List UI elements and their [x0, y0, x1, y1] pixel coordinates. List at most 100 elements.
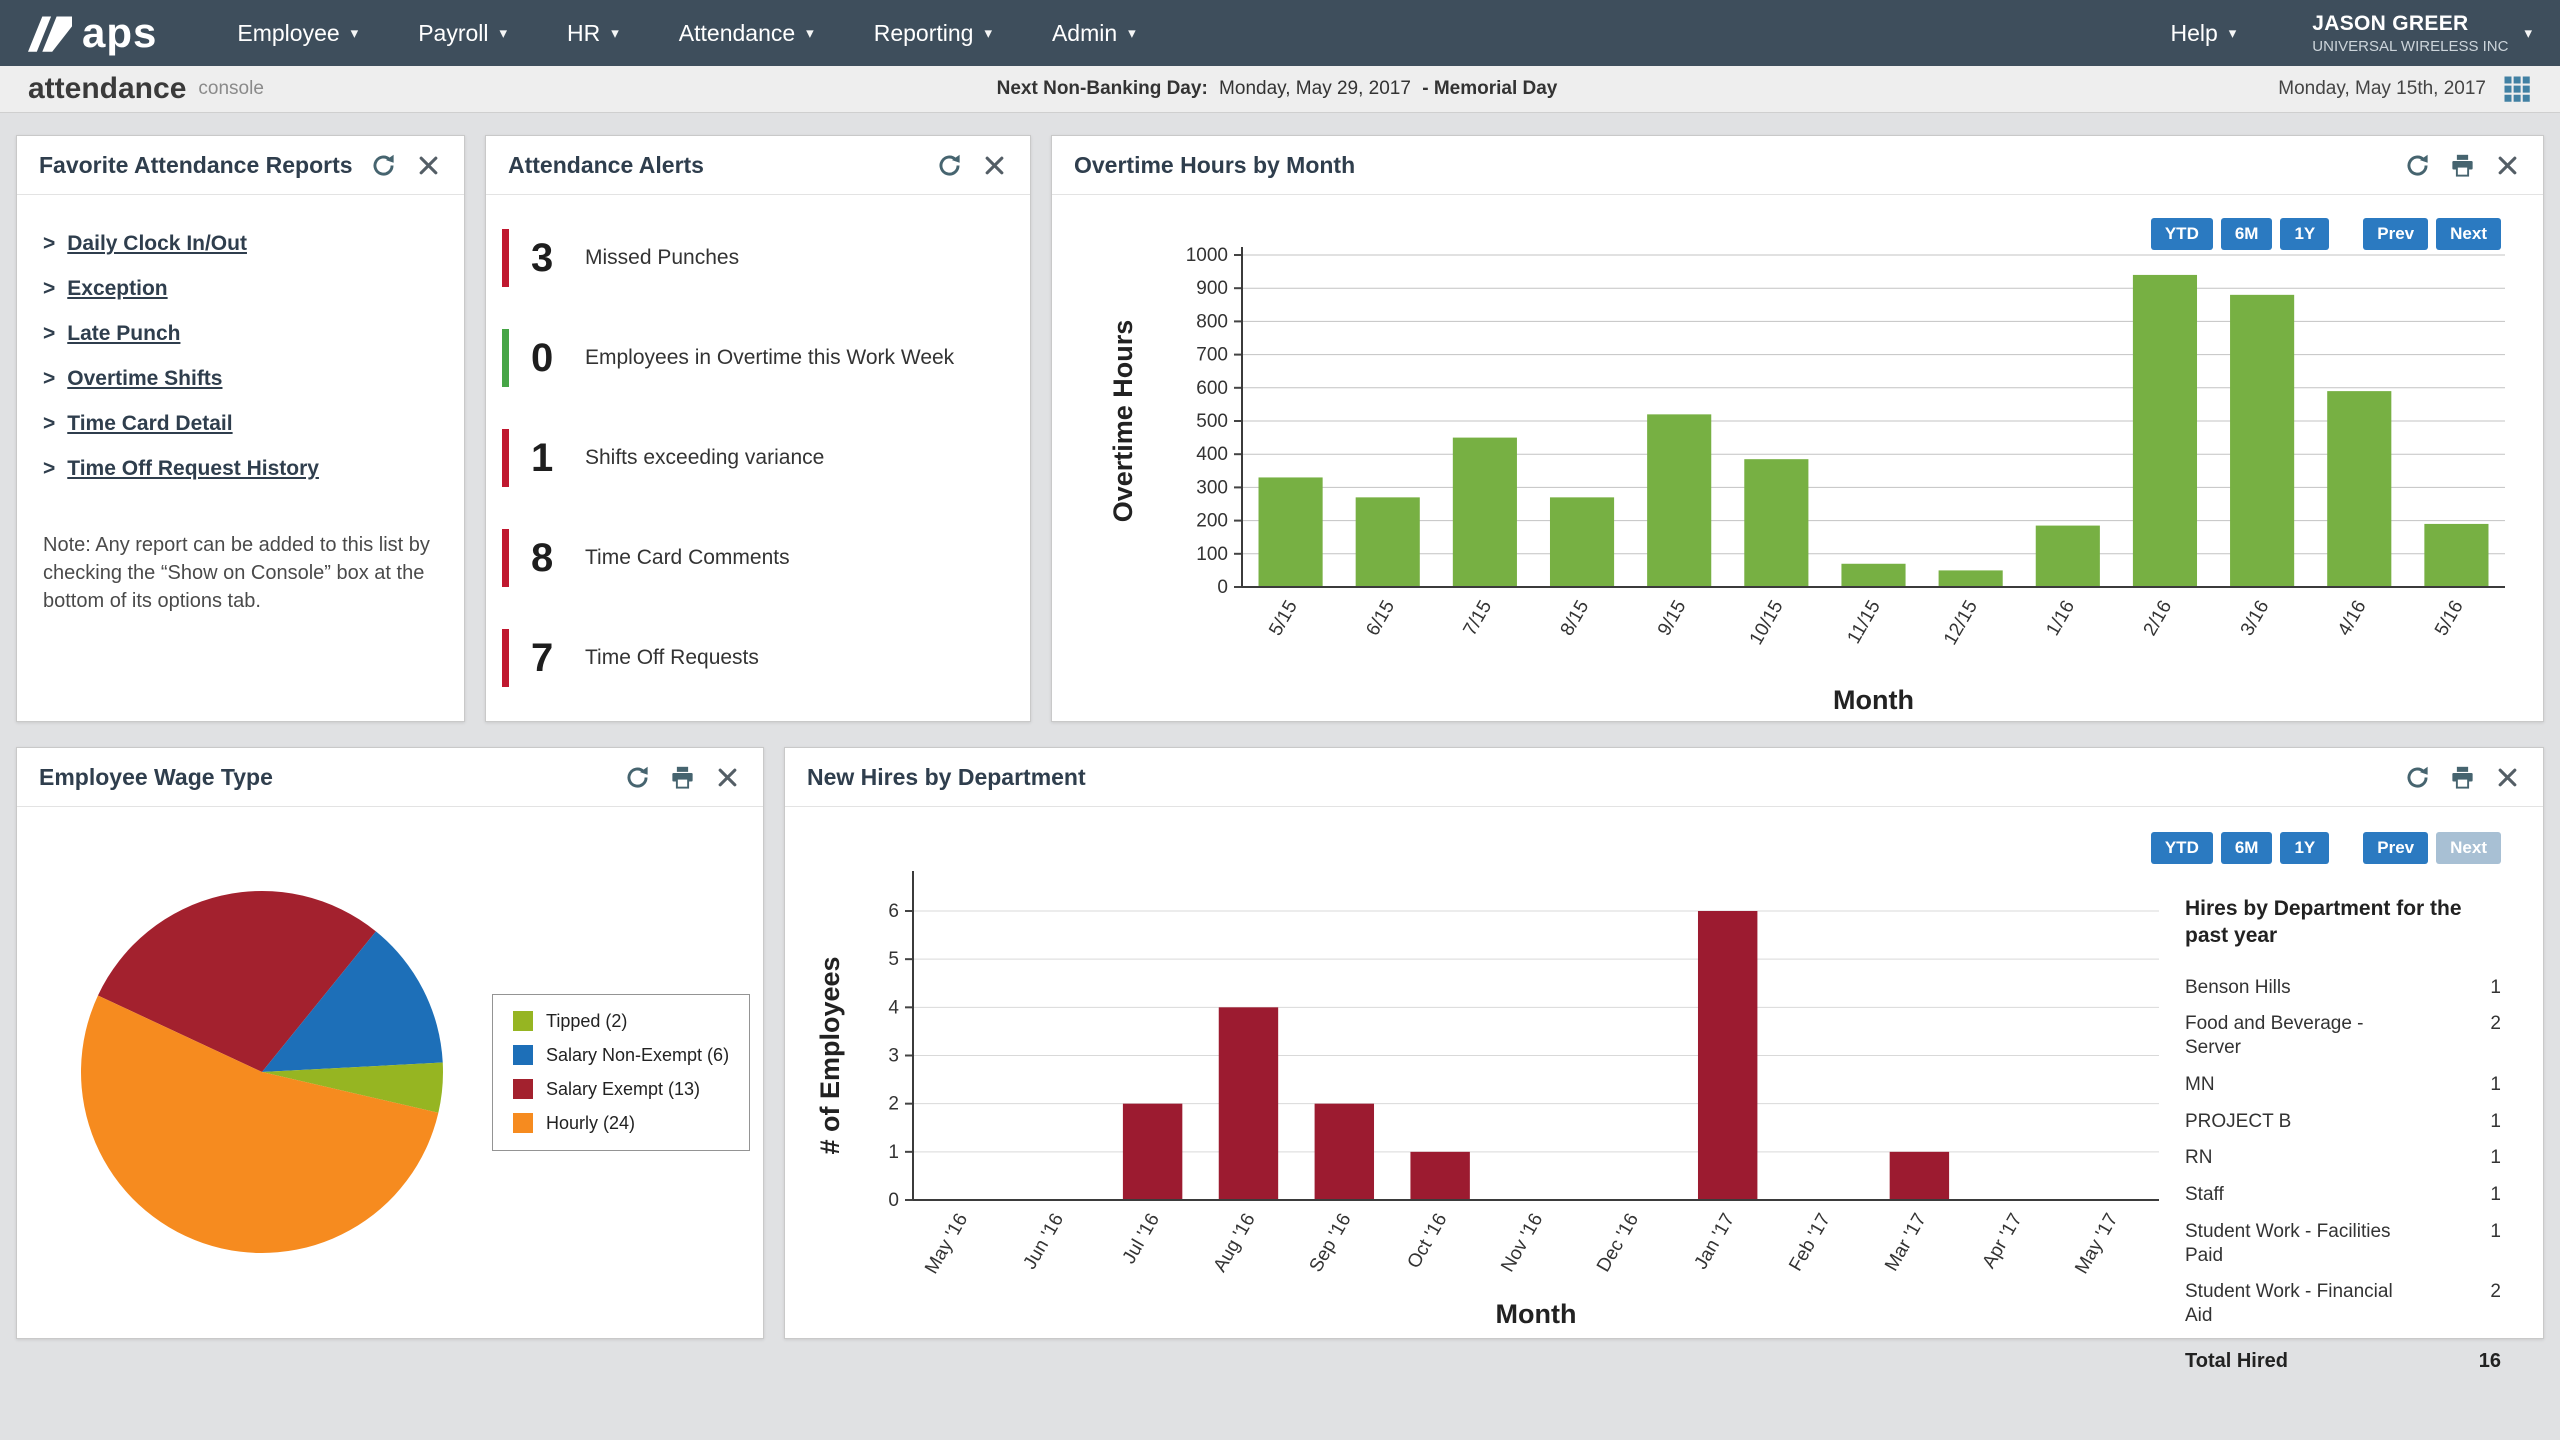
svg-text:8/15: 8/15: [1557, 597, 1594, 640]
nav-menu-employee[interactable]: Employee▾: [207, 8, 388, 59]
chevron-down-icon: ▾: [500, 24, 508, 42]
svg-text:5/16: 5/16: [2431, 597, 2468, 640]
logo-text: aps: [82, 12, 157, 54]
chevron-down-icon: ▾: [611, 24, 619, 42]
report-link[interactable]: Time Card Detail: [67, 411, 232, 437]
table-row: Student Work - Facilities Paid1: [2185, 1220, 2501, 1268]
svg-text:Mar '17: Mar '17: [1881, 1210, 1931, 1275]
refresh-icon[interactable]: [370, 152, 397, 179]
banner-suffix: - Memorial Day: [1422, 78, 1557, 99]
favorite-report-item: >Exception: [43, 276, 438, 302]
prev-button[interactable]: Prev: [2363, 832, 2428, 864]
close-icon[interactable]: [981, 152, 1008, 179]
svg-text:0: 0: [888, 1190, 899, 1211]
overtime-panel-header: Overtime Hours by Month: [1052, 136, 2543, 195]
hires-table-rows: Benson Hills1 Food and Beverage - Server 2…: [2185, 976, 2501, 1328]
department-name: Food and Beverage - Server: [2185, 1012, 2420, 1060]
svg-text:12/15: 12/15: [1940, 597, 1982, 649]
department-name: Student Work - Financial Aid: [2185, 1280, 2420, 1328]
6m-button[interactable]: 6M: [2221, 218, 2273, 250]
refresh-icon[interactable]: [936, 152, 963, 179]
ytd-button[interactable]: YTD: [2151, 832, 2213, 864]
table-row: Benson Hills1: [2185, 976, 2501, 1000]
alert-item[interactable]: 3Missed Punches: [502, 229, 1006, 287]
department-count: 1: [2490, 1073, 2501, 1097]
alert-count: 1: [531, 436, 565, 481]
alert-item[interactable]: 1Shifts exceeding variance: [502, 429, 1006, 487]
wage-type-panel: Employee Wage Type Tipped (2)Salary Non-…: [16, 747, 764, 1339]
report-link[interactable]: Overtime Shifts: [67, 366, 222, 392]
department-count: 2: [2490, 1012, 2501, 1060]
table-row: MN 1: [2185, 1073, 2501, 1097]
report-link[interactable]: Exception: [67, 276, 167, 302]
next-button[interactable]: Next: [2436, 218, 2501, 250]
refresh-icon[interactable]: [624, 764, 651, 791]
chevron-down-icon: ▾: [984, 24, 992, 42]
svg-text:10/15: 10/15: [1746, 597, 1788, 649]
close-icon[interactable]: [415, 152, 442, 179]
alert-item[interactable]: 7Time Off Requests: [502, 629, 1006, 687]
1y-button[interactable]: 1Y: [2280, 218, 2329, 250]
alert-status-bar: [502, 629, 509, 687]
6m-button[interactable]: 6M: [2221, 832, 2273, 864]
prev-button[interactable]: Prev: [2363, 218, 2428, 250]
report-link[interactable]: Late Punch: [67, 321, 180, 347]
print-icon[interactable]: [2449, 764, 2476, 791]
alert-label: Missed Punches: [585, 246, 739, 270]
department-name: PROJECT B: [2185, 1110, 2420, 1134]
ytd-button[interactable]: YTD: [2151, 218, 2213, 250]
help-label: Help: [2170, 20, 2217, 47]
department-count: 1: [2490, 1146, 2501, 1170]
table-row: Food and Beverage - Server 2: [2185, 1012, 2501, 1060]
report-link[interactable]: Time Off Request History: [67, 456, 319, 482]
aps-logo[interactable]: aps: [28, 12, 157, 54]
alert-item[interactable]: 0Employees in Overtime this Work Week: [502, 329, 1006, 387]
user-menu[interactable]: JASON GREER UNIVERSAL WIRELESS INC ▾: [2312, 12, 2532, 55]
close-icon[interactable]: [2494, 152, 2521, 179]
svg-text:300: 300: [1196, 477, 1228, 498]
hires-chart-wrap: 0123456May '16Jun '16Jul '16Aug '16Sep '…: [785, 807, 2185, 1337]
nav-menu-payroll[interactable]: Payroll▾: [388, 8, 537, 59]
alert-item[interactable]: 8Time Card Comments: [502, 529, 1006, 587]
hires-total-value: 16: [2479, 1350, 2501, 1373]
svg-text:5: 5: [888, 949, 899, 970]
svg-text:800: 800: [1196, 311, 1228, 332]
help-menu[interactable]: Help ▾: [2140, 8, 2266, 59]
favorite-report-item: >Time Off Request History: [43, 456, 438, 482]
nav-menu-hr[interactable]: HR▾: [537, 8, 649, 59]
alert-count: 0: [531, 336, 565, 381]
print-icon[interactable]: [2449, 152, 2476, 179]
close-icon[interactable]: [714, 764, 741, 791]
legend-swatch: [513, 1079, 533, 1099]
svg-text:Overtime Hours: Overtime Hours: [1108, 320, 1138, 523]
1y-button[interactable]: 1Y: [2280, 832, 2329, 864]
nav-menu-reporting[interactable]: Reporting▾: [844, 8, 1022, 59]
apps-grid-icon[interactable]: [2502, 74, 2532, 104]
print-icon[interactable]: [669, 764, 696, 791]
favorites-note: Note: Any report can be added to this li…: [17, 501, 464, 615]
user-company: UNIVERSAL WIRELESS INC: [2312, 38, 2508, 55]
svg-text:4/16: 4/16: [2334, 597, 2371, 640]
svg-text:1000: 1000: [1186, 245, 1228, 266]
nav-menu-attendance[interactable]: Attendance▾: [649, 8, 844, 59]
svg-text:3/16: 3/16: [2237, 597, 2274, 640]
department-name: Student Work - Facilities Paid: [2185, 1220, 2420, 1268]
department-name: Staff: [2185, 1183, 2420, 1207]
favorite-report-item: >Late Punch: [43, 321, 438, 347]
department-name: MN: [2185, 1073, 2420, 1097]
favorite-report-item: >Daily Clock In/Out: [43, 231, 438, 257]
top-navbar: aps Employee▾Payroll▾HR▾Attendance▾Repor…: [0, 0, 2560, 66]
nav-menu-admin[interactable]: Admin▾: [1022, 8, 1166, 59]
table-row: PROJECT B1: [2185, 1110, 2501, 1134]
svg-text:4: 4: [888, 997, 899, 1018]
svg-text:2: 2: [888, 1094, 899, 1115]
refresh-icon[interactable]: [2404, 764, 2431, 791]
aps-logo-icon: [28, 14, 72, 52]
refresh-icon[interactable]: [2404, 152, 2431, 179]
next-button[interactable]: Next: [2436, 832, 2501, 864]
favorite-report-item: >Time Card Detail: [43, 411, 438, 437]
close-icon[interactable]: [2494, 764, 2521, 791]
report-link[interactable]: Daily Clock In/Out: [67, 231, 247, 257]
alert-label: Time Card Comments: [585, 546, 790, 570]
chevron-down-icon: ▾: [1128, 24, 1136, 42]
